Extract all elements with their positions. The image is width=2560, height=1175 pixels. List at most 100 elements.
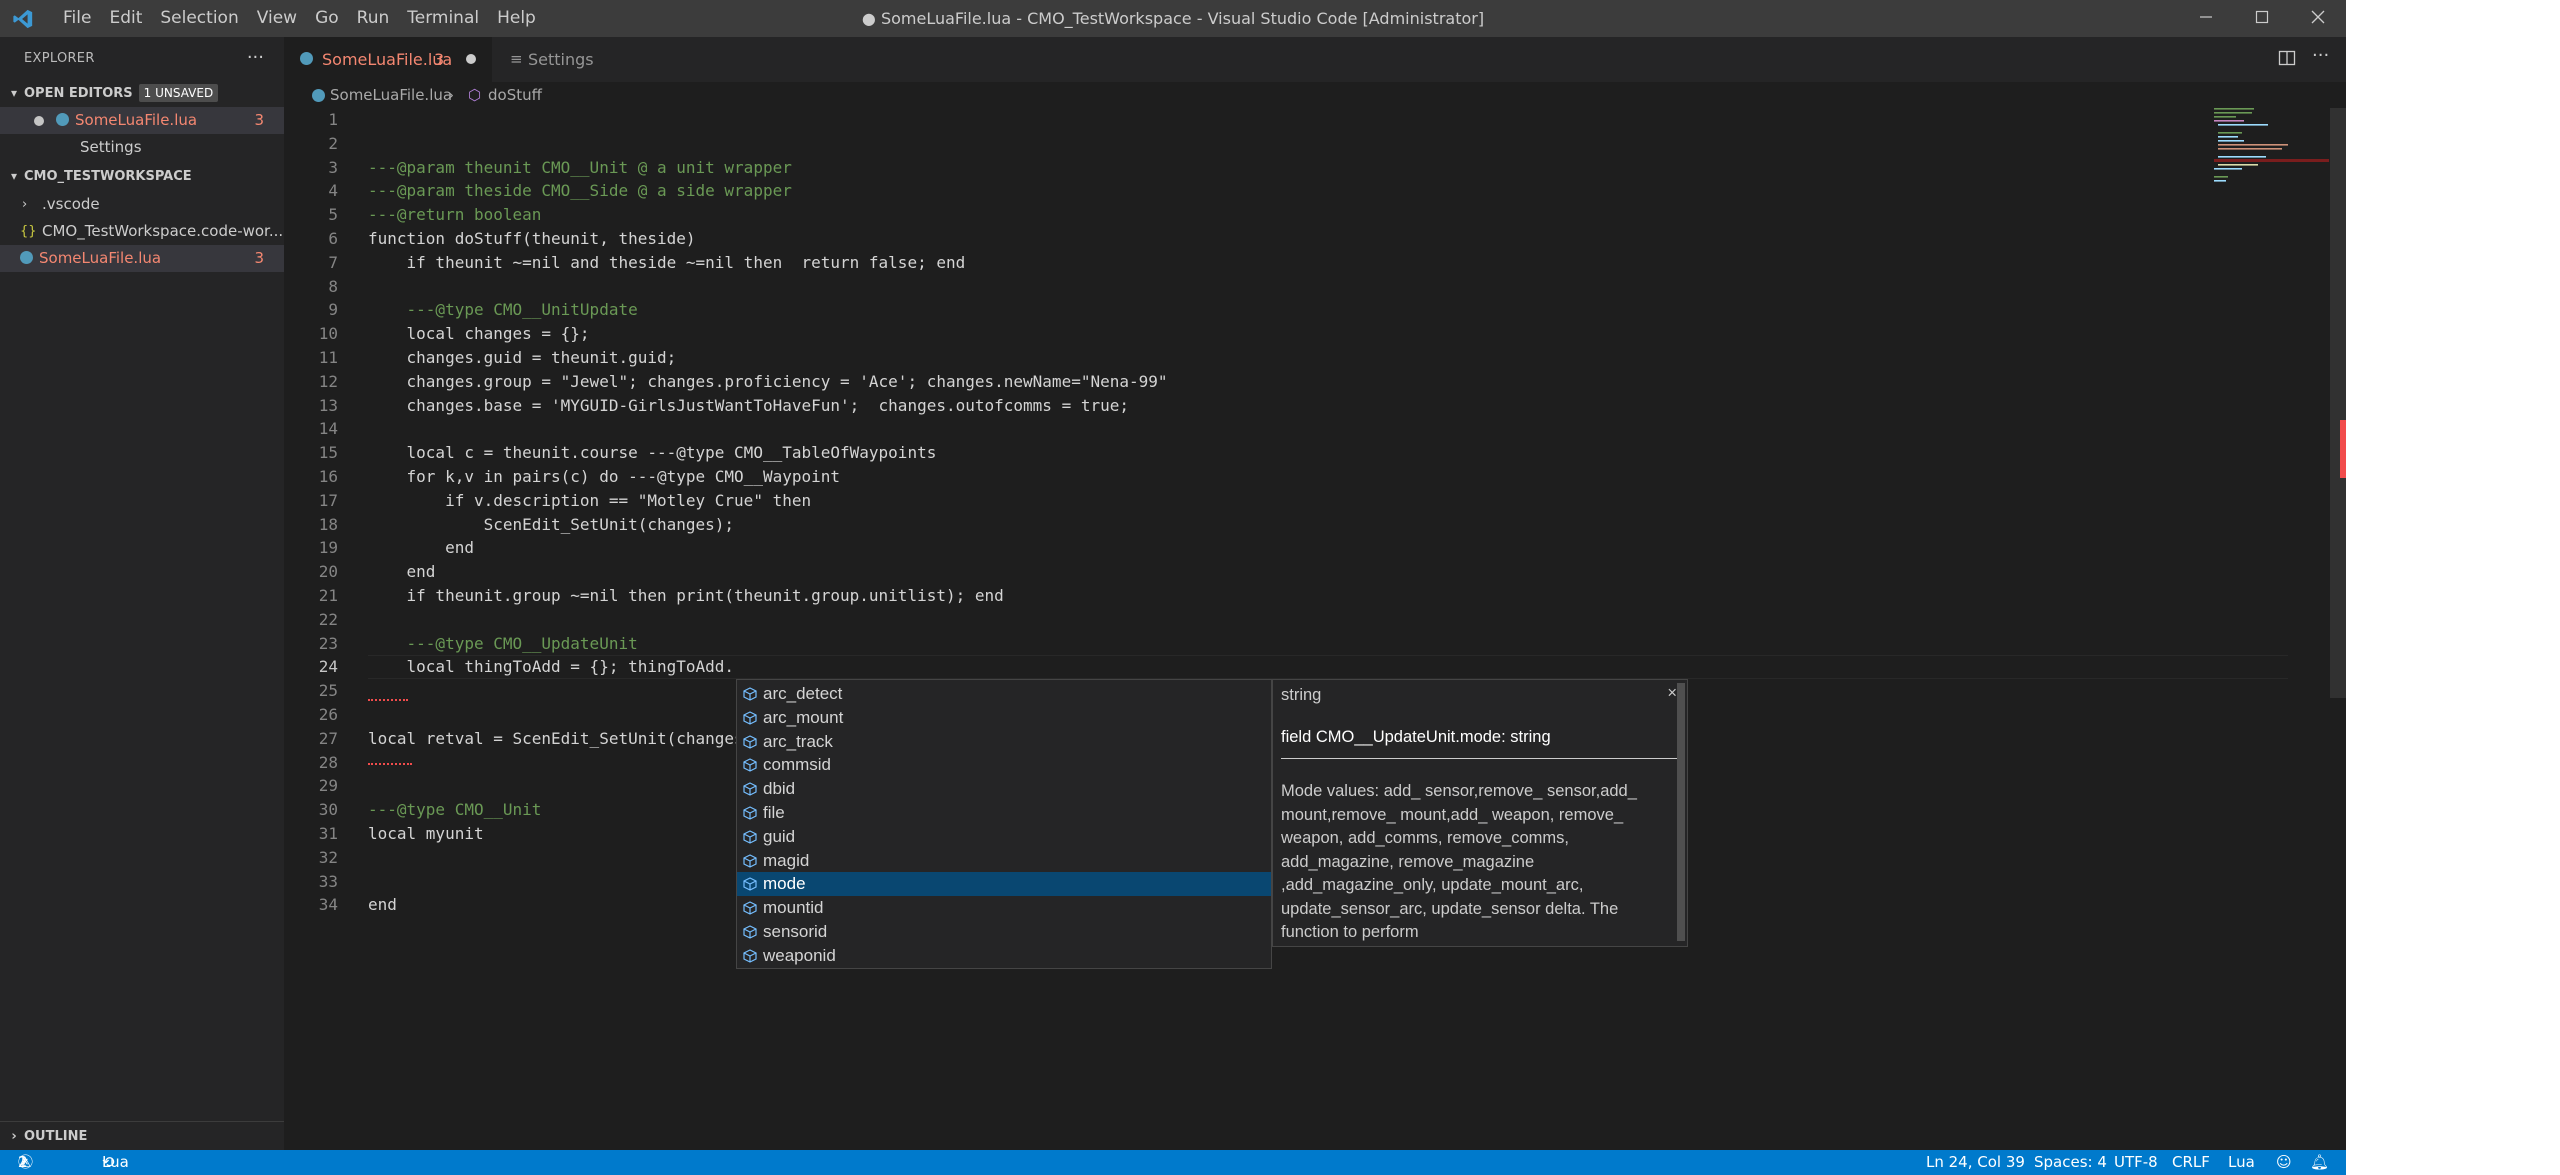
open-editors-section[interactable]: ▾ OPEN EDITORS 1 UNSAVED xyxy=(0,80,284,107)
tab-settings[interactable]: ≡ Settings xyxy=(492,37,622,82)
code-line: end xyxy=(368,895,397,915)
error-squiggle xyxy=(368,696,408,701)
title-bar: File Edit Selection View Go Run Terminal… xyxy=(0,0,2346,37)
editor-tabs: SomeLuaFile.lua 3 ≡ Settings ··· xyxy=(284,37,2346,82)
code-line: if theunit.group ~=nil then print(theuni… xyxy=(368,586,1004,605)
minimap[interactable] xyxy=(2214,108,2329,188)
line-number: 12 xyxy=(318,371,338,391)
suggestion-item[interactable]: magid xyxy=(737,849,1271,873)
tab-problem-count: 3 xyxy=(434,50,445,69)
open-editor-label: SomeLuaFile.lua xyxy=(75,111,198,129)
menu-selection[interactable]: Selection xyxy=(151,0,247,37)
vertical-scrollbar[interactable] xyxy=(2330,108,2346,698)
suggestion-label: arc_mount xyxy=(763,707,844,727)
line-number: 20 xyxy=(318,562,338,582)
line-number: 11 xyxy=(318,348,338,367)
encoding[interactable]: UTF-8 xyxy=(2114,1150,2158,1175)
suggestion-item[interactable]: arc_mount xyxy=(737,706,1271,730)
cursor-position[interactable]: Ln 24, Col 39 xyxy=(1926,1150,2025,1175)
menu-help[interactable]: Help xyxy=(488,0,545,37)
suggestion-item[interactable]: guid xyxy=(737,825,1271,849)
suggestion-item[interactable]: mode xyxy=(737,872,1271,897)
line-number: 14 xyxy=(318,419,338,439)
suggest-widget[interactable]: arc_detect arc_mount arc_track commsid dbid f… xyxy=(736,679,1272,969)
menu-bar: File Edit Selection View Go Run Terminal… xyxy=(54,0,545,37)
open-editor-item-someluafile[interactable]: SomeLuaFile.lua 3 xyxy=(0,107,284,134)
code-line: ---@return boolean xyxy=(368,205,542,225)
unsaved-dot-icon[interactable] xyxy=(466,54,476,64)
code-line: if v.description == "Motley Crue" then xyxy=(368,490,812,510)
code-line: end xyxy=(368,562,436,582)
settings-icon: ≡ xyxy=(510,50,523,68)
outline-label: OUTLINE xyxy=(24,1129,88,1144)
code-editor[interactable]: 1 2 3 4 5 6 7 8 9 10 11 12 13 14 15 16 17 18 19 20 21 22 23 24 2… xyxy=(284,108,2346,1150)
close-details-icon[interactable]: × xyxy=(1667,684,1677,703)
workspace-section[interactable]: ▾ CMO_TESTWORKSPACE xyxy=(0,163,284,190)
breadcrumb-file[interactable]: SomeLuaFile.lua xyxy=(330,82,452,108)
maximize-button[interactable] xyxy=(2234,0,2290,37)
field-icon xyxy=(743,877,757,892)
code-line: ---@param theside CMO__Side @ a side wra… xyxy=(368,181,792,201)
line-number: 13 xyxy=(318,395,338,415)
end-of-line[interactable]: CRLF xyxy=(2172,1150,2210,1175)
line-number: 2 xyxy=(328,133,338,153)
suggestion-label: weaponid xyxy=(763,945,836,965)
vscode-window: File Edit Selection View Go Run Terminal… xyxy=(0,0,2346,1175)
line-number: 16 xyxy=(318,467,338,486)
line-number: 34 xyxy=(318,895,338,915)
line-number: 4 xyxy=(328,181,338,201)
more-actions-icon[interactable]: ··· xyxy=(247,47,264,68)
suggestion-item[interactable]: dbid xyxy=(737,777,1271,801)
chevron-down-icon: ▾ xyxy=(10,169,18,183)
error-overview-marker xyxy=(2340,420,2346,478)
suggestion-item[interactable]: arc_track xyxy=(737,730,1271,754)
indentation[interactable]: Spaces: 4 xyxy=(2034,1150,2107,1175)
minimize-button[interactable] xyxy=(2178,0,2234,37)
code-line: local thingToAdd = {}; thingToAdd. xyxy=(368,657,735,677)
open-editor-item-settings[interactable]: Settings xyxy=(0,134,284,161)
line-number: 31 xyxy=(318,824,338,843)
menu-run[interactable]: Run xyxy=(348,0,399,37)
suggestion-item[interactable]: weaponid xyxy=(737,944,1271,968)
folder-item-vscode[interactable]: › .vscode xyxy=(0,191,284,218)
suggestion-label: commsid xyxy=(763,755,832,775)
tab-someluafile[interactable]: SomeLuaFile.lua 3 xyxy=(284,37,492,82)
menu-view[interactable]: View xyxy=(248,0,306,37)
menu-terminal[interactable]: Terminal xyxy=(398,0,488,37)
line-number: 3 xyxy=(328,157,338,177)
line-number: 22 xyxy=(318,609,338,629)
details-scrollbar[interactable] xyxy=(1677,683,1685,941)
menu-file[interactable]: File xyxy=(54,0,100,37)
notifications-bell-icon[interactable]: 🔔︎ xyxy=(2310,1150,2329,1175)
menu-go[interactable]: Go xyxy=(306,0,348,37)
suggestion-item[interactable]: file xyxy=(737,801,1271,825)
editor-more-actions-icon[interactable]: ··· xyxy=(2312,45,2329,66)
line-number: 17 xyxy=(318,490,338,510)
open-editor-label: Settings xyxy=(80,138,142,156)
detail-separator xyxy=(1281,758,1679,759)
split-editor-icon[interactable] xyxy=(2278,49,2298,69)
suggestion-label: dbid xyxy=(763,779,796,799)
suggestion-item[interactable]: arc_detect xyxy=(737,682,1271,706)
warning-count: 1 xyxy=(18,1153,28,1171)
suggestion-item[interactable]: commsid xyxy=(737,753,1271,777)
file-item-someluafile[interactable]: SomeLuaFile.lua 3 xyxy=(0,245,284,272)
breadcrumb-symbol[interactable]: doStuff xyxy=(488,82,542,108)
close-icon xyxy=(2311,10,2325,24)
suggestion-item[interactable]: mountid xyxy=(737,896,1271,920)
detail-signature: field CMO__UpdateUnit.mode: string xyxy=(1281,728,1551,746)
workspace-label: CMO_TESTWORKSPACE xyxy=(24,169,192,184)
chevron-down-icon: ▾ xyxy=(10,86,18,100)
feedback-icon[interactable]: ☺ xyxy=(2276,1150,2292,1175)
code-line: if theunit ~=nil and theside ~=nil then … xyxy=(368,252,966,272)
code-line: for k,v in pairs(c) do ---@type CMO__Way… xyxy=(368,467,841,486)
close-window-button[interactable] xyxy=(2290,0,2346,37)
file-item-code-workspace[interactable]: {} CMO_TestWorkspace.code-wor... xyxy=(0,218,284,245)
field-icon xyxy=(743,806,757,820)
language-mode[interactable]: Lua xyxy=(2228,1150,2255,1175)
suggestion-item[interactable]: sensorid xyxy=(737,920,1271,944)
outline-section[interactable]: › OUTLINE xyxy=(0,1121,284,1151)
menu-edit[interactable]: Edit xyxy=(100,0,151,37)
line-number: 24 xyxy=(318,657,338,677)
problem-count: 3 xyxy=(254,111,264,129)
